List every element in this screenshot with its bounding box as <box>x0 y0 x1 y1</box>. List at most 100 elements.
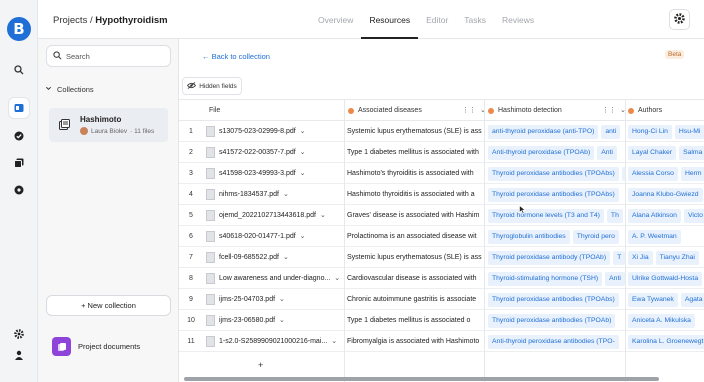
column-menu-detection[interactable]: ⋮⋮ ⌄ <box>602 100 626 121</box>
column-header-detection[interactable]: Hashimoto detection <box>488 100 562 121</box>
detection-cell[interactable]: Thyroid-stimulating hormone (TSH) Anti <box>488 268 625 289</box>
chevron-down-icon[interactable]: ⌄ <box>283 184 289 205</box>
chevron-down-icon[interactable]: ⌄ <box>320 205 326 226</box>
detection-cell[interactable]: Thyroid peroxidase antibodies (TPOAbs) <box>488 289 625 310</box>
file-cell[interactable]: s41572-022-00357-7.pdf ⌄ <box>206 142 342 163</box>
authors-cell[interactable]: Alana Atkinson Victo <box>628 205 704 226</box>
project-documents-link[interactable]: Project documents <box>52 337 140 356</box>
authors-cell[interactable]: Hong-Ci Lin Hsu-Mi <box>628 121 704 142</box>
check-icon[interactable] <box>9 126 29 146</box>
column-divider <box>484 99 485 382</box>
new-collection-button[interactable]: + New collection <box>46 295 171 316</box>
gear-icon <box>674 13 685 26</box>
disease-cell[interactable]: Fibromyalgia is associated with Hashimot… <box>347 331 484 352</box>
file-cell[interactable]: nihms-1834537.pdf ⌄ <box>206 184 342 205</box>
detection-cell[interactable]: Anti-thyroid peroxidase antibodies (TPO- <box>488 331 625 352</box>
chevron-down-icon[interactable]: ⌄ <box>331 331 337 352</box>
collection-meta: Laura Biolev · 11 files <box>80 127 154 135</box>
chevron-down-icon[interactable]: ⌄ <box>300 142 306 163</box>
detection-cell[interactable]: Thyroid peroxidase antibody (TPOAb) T <box>488 247 625 268</box>
detection-cell[interactable]: Thyroid peroxidase antibodies (TPOAbs)Th… <box>488 163 625 184</box>
authors-cell[interactable]: Karolina L. Groenewegt <box>628 331 704 352</box>
tab-editor[interactable]: Editor <box>418 0 456 39</box>
chevron-down-icon[interactable]: ⌄ <box>300 226 306 247</box>
chevron-down-icon[interactable]: ⌄ <box>334 268 340 289</box>
app-logo[interactable]: B <box>7 17 31 41</box>
back-to-collection-link[interactable]: ← Back to collection <box>202 52 270 61</box>
authors-cell[interactable]: Layal Chaker Salma <box>628 142 704 163</box>
file-name: s41572-022-00357-7.pdf <box>219 149 296 156</box>
disease-cell[interactable]: Chronic autoimmune gastritis is associat… <box>347 289 484 310</box>
authors-cell[interactable]: A. P. Weetman <box>628 226 704 247</box>
authors-cell[interactable]: Ewa Tywanek Agata <box>628 289 704 310</box>
search-input[interactable]: Search <box>46 45 171 67</box>
pdf-thumbnail-icon <box>206 231 215 242</box>
file-name: 1-s2.0-S2589909021000216-mai... <box>219 338 328 345</box>
file-cell[interactable]: fcell-09-685522.pdf ⌄ <box>206 247 342 268</box>
collection-item-hashimoto[interactable]: Hashimoto Laura Biolev · 11 files <box>49 108 168 142</box>
disease-cell[interactable]: Systemic lupus erythematosus (SLE) is as… <box>347 121 484 142</box>
author-chip: Aniceta A. Mikulska <box>628 313 695 328</box>
disease-cell[interactable]: Hashimoto thyroiditis is associated with… <box>347 184 484 205</box>
file-cell[interactable]: s41598-023-49993-3.pdf ⌄ <box>206 163 342 184</box>
search-icon[interactable] <box>9 60 29 80</box>
tab-resources[interactable]: Resources <box>361 0 419 39</box>
authors-cell[interactable]: Alessia Corso Herm <box>628 163 704 184</box>
tab-reviews[interactable]: Reviews <box>494 0 542 39</box>
detection-chip: Thyroid peroxidase antibody (TPOAb) <box>488 250 611 265</box>
file-cell[interactable]: ijms-23-06580.pdf ⌄ <box>206 310 342 331</box>
detection-cell[interactable]: Thyroglobulin antibodies Thyroid pero <box>488 226 625 247</box>
authors-cell[interactable]: Joanna Klubo-Gwiezd <box>628 184 704 205</box>
column-menu-diseases[interactable]: ⋮⋮ ⌄ <box>462 100 486 121</box>
column-header-file[interactable]: File <box>209 100 220 121</box>
disease-cell[interactable]: Prolactinoma is an associated disease wi… <box>347 226 484 247</box>
detection-cell[interactable]: anti-thyroid peroxidase (anti-TPO) anti <box>488 121 625 142</box>
documents-icon[interactable] <box>9 98 29 118</box>
disease-cell[interactable]: Cardiovascular disease is associated wit… <box>347 268 484 289</box>
detection-cell[interactable]: Anti-thyroid peroxidase (TPOAb) Anti <box>488 142 625 163</box>
detection-cell[interactable]: Thyroid peroxidase antibodies (TPOAbs) <box>488 184 625 205</box>
stack-icon[interactable] <box>9 153 29 173</box>
horizontal-scrollbar[interactable] <box>179 376 704 382</box>
settings-button[interactable] <box>669 9 690 30</box>
scrollbar-thumb[interactable] <box>184 377 659 381</box>
column-header-authors[interactable]: Authors <box>628 100 662 121</box>
search-icon <box>53 51 62 62</box>
chevron-down-icon[interactable]: ⌄ <box>283 247 289 268</box>
hidden-fields-button[interactable]: Hidden fields <box>182 77 242 95</box>
detection-chip: Thyroid peroxidase antibodies (TPOAb) <box>488 313 616 328</box>
column-title: Authors <box>638 107 663 114</box>
pdf-thumbnail-icon <box>206 126 215 137</box>
tab-overview[interactable]: Overview <box>310 0 361 39</box>
column-header-diseases[interactable]: Associated diseases <box>348 100 422 121</box>
file-cell[interactable]: s13075-023-02999-8.pdf ⌄ <box>206 121 342 142</box>
disease-cell[interactable]: Type 1 diabetes mellitus is associated w… <box>347 142 484 163</box>
detection-cell[interactable]: Thyroid peroxidase antibodies (TPOAb) <box>488 310 625 331</box>
file-cell[interactable]: s40618-020-01477-1.pdf ⌄ <box>206 226 342 247</box>
file-cell[interactable]: ojemd_2022102713443618.pdf ⌄ <box>206 205 342 226</box>
disease-cell[interactable]: Hashimoto's thyroiditis is associated wi… <box>347 163 484 184</box>
chevron-down-icon[interactable]: ⌄ <box>279 310 285 331</box>
chevron-down-icon[interactable]: ⌄ <box>300 163 306 184</box>
tab-tasks[interactable]: Tasks <box>456 0 494 39</box>
disease-cell[interactable]: Systemic lupus erythematosus (SLE) is as… <box>347 247 484 268</box>
file-cell[interactable]: Low awareness and under-diagno... ⌄ <box>206 268 342 289</box>
detection-cell[interactable]: Thyroid hormone levels (T3 and T4) Th <box>488 205 625 226</box>
settings-icon[interactable] <box>9 324 29 344</box>
breadcrumb-projects[interactable]: Projects <box>53 15 87 26</box>
user-icon[interactable] <box>9 345 29 365</box>
integrations-icon[interactable] <box>9 180 29 200</box>
collections-toggle[interactable]: Collections <box>45 85 94 94</box>
authors-cell[interactable]: Xi Jia Tianyu Zhai <box>628 247 704 268</box>
chevron-down-icon[interactable]: ⌄ <box>279 289 285 310</box>
authors-cell[interactable]: Aniceta A. Mikulska <box>628 310 704 331</box>
chevron-down-icon[interactable]: ⌄ <box>300 121 306 142</box>
add-row-button[interactable]: + <box>258 360 263 370</box>
file-cell[interactable]: 1-s2.0-S2589909021000216-mai... ⌄ <box>206 331 342 352</box>
disease-cell[interactable]: Type 1 diabetes mellitus is associated o <box>347 310 484 331</box>
authors-cell[interactable]: Ulrike Gottwald-Hosta <box>628 268 704 289</box>
ai-field-dot-icon <box>348 107 354 114</box>
disease-cell[interactable]: Graves' disease is associated with Hashi… <box>347 205 484 226</box>
row-number: 1 <box>189 128 193 135</box>
file-cell[interactable]: ijms-25-04703.pdf ⌄ <box>206 289 342 310</box>
